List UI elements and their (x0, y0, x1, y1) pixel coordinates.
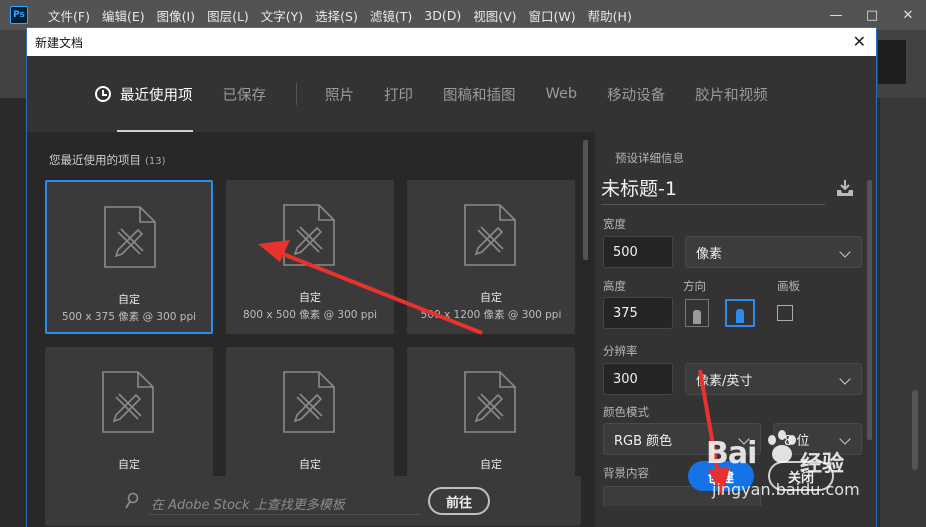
minimize-icon[interactable]: — (818, 0, 854, 30)
document-name-underline (601, 204, 825, 205)
stock-search-input[interactable]: 在 Adobe Stock 上查找更多模板 (151, 494, 345, 513)
document-icon (104, 206, 156, 268)
tab-film-video[interactable]: 胶片和视频 (695, 56, 768, 132)
height-label: 高度 (603, 279, 626, 293)
search-underline (149, 514, 421, 515)
tab-mobile[interactable]: 移动设备 (607, 56, 665, 132)
artboard-label: 画板 (777, 279, 800, 293)
menu-edit[interactable]: 编辑(E) (102, 6, 145, 25)
chevron-down-icon (839, 373, 851, 385)
menu-help[interactable]: 帮助(H) (588, 6, 632, 25)
window-controls: — □ ✕ (818, 0, 926, 30)
dialog-titlebar: 新建文档 ✕ (27, 28, 876, 56)
document-icon (464, 204, 516, 266)
document-name-input[interactable]: 未标题-1 (601, 174, 677, 201)
recent-item-name: 自定 (299, 291, 321, 304)
resolution-unit-select[interactable]: 像素/英寸 (685, 363, 862, 395)
menu-type[interactable]: 文字(Y) (261, 6, 303, 25)
tab-photo[interactable]: 照片 (325, 56, 354, 132)
maximize-icon[interactable]: □ (854, 0, 890, 30)
resolution-label: 分辨率 (603, 344, 638, 358)
width-unit-value: 像素 (696, 246, 723, 262)
width-label: 宽度 (603, 217, 626, 231)
photoshop-logo-icon: Ps (10, 6, 28, 24)
landscape-orientation-button[interactable] (725, 299, 755, 327)
width-input[interactable]: 500 (603, 236, 673, 268)
recent-items-label: 您最近使用的项目 (13) (49, 152, 166, 168)
height-input[interactable]: 375 (603, 297, 673, 329)
chevron-down-icon (839, 246, 851, 258)
tab-print[interactable]: 打印 (384, 56, 413, 132)
recent-item-card[interactable]: 自定 500 x 375 像素 @ 300 ppi (45, 180, 213, 334)
menu-window[interactable]: 窗口(W) (529, 6, 576, 25)
watermark-url: jingyan.baidu.com (712, 480, 860, 499)
landscape-icon (736, 309, 744, 323)
preset-tabs: 最近使用项 已保存 照片 打印 图稿和插图 Web 移动设备 胶片和视频 (27, 56, 876, 132)
color-mode-value: RGB 颜色 (614, 433, 673, 449)
recent-item-card[interactable]: 自定 800 x 500 像素 @ 300 ppi (226, 180, 394, 334)
preset-details-header: 预设详细信息 (615, 151, 684, 165)
workspace-panel-edge (878, 40, 906, 84)
menu-view[interactable]: 视图(V) (473, 6, 516, 25)
document-icon (283, 204, 335, 266)
save-preset-icon[interactable] (835, 178, 855, 198)
document-icon (464, 371, 516, 433)
artboard-checkbox[interactable] (777, 305, 793, 321)
details-scrollbar[interactable] (867, 180, 872, 440)
tab-art-illustration[interactable]: 图稿和插图 (443, 56, 516, 132)
color-mode-label: 颜色模式 (603, 405, 649, 419)
right-panel-scrollbar[interactable] (912, 390, 918, 470)
resolution-unit-value: 像素/英寸 (696, 373, 753, 389)
right-panel-edge (880, 98, 926, 527)
recent-item-name: 自定 (480, 458, 502, 471)
recent-item-name: 自定 (480, 291, 502, 304)
tab-saved[interactable]: 已保存 (223, 56, 267, 132)
tab-recent-label: 最近使用项 (120, 87, 193, 104)
menu-file[interactable]: 文件(F) (48, 6, 90, 25)
menu-bar: Ps 文件(F) 编辑(E) 图像(I) 图层(L) 文字(Y) 选择(S) 滤… (0, 0, 926, 30)
go-button[interactable]: 前往 (428, 487, 490, 515)
recent-item-name: 自定 (118, 293, 140, 306)
dialog-close-icon[interactable]: ✕ (853, 32, 866, 51)
tab-recent[interactable]: 最近使用项 (95, 56, 193, 132)
resolution-input[interactable]: 300 (603, 363, 673, 395)
document-icon (283, 371, 335, 433)
dialog-title: 新建文档 (35, 35, 84, 50)
baidu-paw-icon (768, 430, 796, 463)
recent-items-title: 您最近使用的项目 (49, 153, 141, 167)
recent-item-card[interactable]: 自定 500 x 1200 像素 @ 300 ppi (407, 180, 575, 334)
stock-search-bar: 在 Adobe Stock 上查找更多模板 前往 (45, 476, 581, 526)
width-unit-select[interactable]: 像素 (685, 236, 862, 268)
tab-separator (296, 83, 297, 105)
recent-item-size: 800 x 500 像素 @ 300 ppi (242, 309, 378, 321)
menu-image[interactable]: 图像(I) (157, 6, 195, 25)
document-icon (102, 371, 154, 433)
baidu-watermark: Bai 经验 jingyan.baidu.com (706, 428, 886, 518)
tab-web[interactable]: Web (546, 56, 578, 132)
menu-layer[interactable]: 图层(L) (207, 6, 249, 25)
menu-3d[interactable]: 3D(D) (424, 8, 461, 23)
watermark-jingyan: 经验 (800, 452, 845, 477)
background-contents-label: 背景内容 (603, 466, 649, 480)
recent-item-name: 自定 (118, 458, 140, 471)
recent-items-scrollbar[interactable] (583, 140, 588, 260)
clock-icon (95, 86, 111, 102)
recent-item-size: 500 x 375 像素 @ 300 ppi (61, 311, 197, 323)
orientation-label: 方向 (683, 279, 706, 293)
watermark-baidu: Bai (706, 436, 757, 471)
portrait-icon (693, 310, 701, 324)
menu-filter[interactable]: 滤镜(T) (370, 6, 412, 25)
search-icon (125, 492, 139, 509)
recent-item-size: 500 x 1200 像素 @ 300 ppi (420, 309, 562, 321)
recent-item-name: 自定 (299, 458, 321, 471)
menu-select[interactable]: 选择(S) (315, 6, 358, 25)
close-window-icon[interactable]: ✕ (890, 0, 926, 30)
recent-items-count: (13) (145, 156, 166, 167)
portrait-orientation-button[interactable] (685, 299, 709, 327)
